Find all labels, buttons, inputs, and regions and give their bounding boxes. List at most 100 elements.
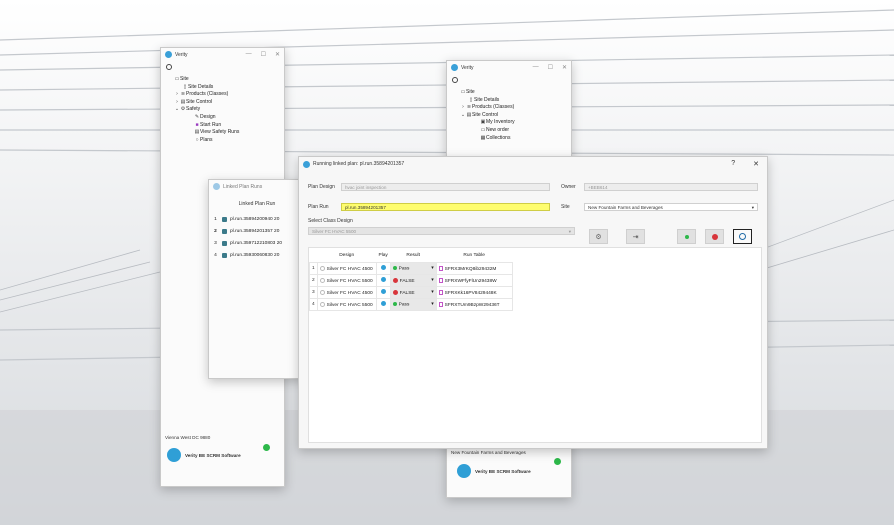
table-row[interactable]: 1 Silver FC HVAC 4500 Pass ▾ SFRX3MrKQ8ib… [309, 262, 513, 275]
site-name: Vienna West DC 9880 [165, 435, 211, 440]
close-icon[interactable]: ✕ [562, 64, 567, 71]
owner-label: Owner [561, 184, 576, 190]
table-row[interactable]: 4 Silver FC HVAC 5500 Pass ▾ SFRXTUm9BzpW… [309, 298, 513, 311]
export-button[interactable]: ⇥ [626, 229, 645, 244]
pass-icon [392, 301, 397, 306]
row-status-icon [319, 289, 325, 295]
stop-icon [711, 233, 718, 240]
close-button[interactable]: ✕ [753, 160, 759, 168]
list-item[interactable]: 1 pl.run.35894200940 20 [212, 213, 282, 225]
minimize-icon[interactable]: — [246, 51, 252, 58]
tree-item-view-safety-runs[interactable]: ▤View Safety Runs [174, 129, 240, 137]
col-design[interactable]: Design [317, 249, 376, 263]
settings-button[interactable]: ⚙ [589, 229, 608, 244]
status-indicator [554, 458, 561, 465]
chevron-down-icon: ▾ [751, 205, 754, 210]
select-class-design-label: Select Class Design [308, 218, 353, 224]
title-bar[interactable]: Verity — ☐ ✕ [161, 48, 284, 61]
tree-item-site-control[interactable]: › ▤Site Control [174, 99, 239, 107]
tree-item-new-order[interactable]: ▭New order [460, 127, 515, 135]
plan-run-icon [222, 216, 227, 222]
site-name: New Fountain Farms and Beverages [451, 450, 526, 455]
row-status-icon [319, 265, 325, 271]
plan-run-icon [222, 228, 227, 234]
tree-item-products[interactable]: › ≋Products (Classes) [174, 91, 239, 99]
table-row[interactable]: 3 Silver FC HVAC 4500 FALSE ▾ SFRXKk16PV8… [309, 286, 513, 299]
help-button[interactable]: ? [731, 160, 735, 168]
run-table-icon [438, 265, 443, 271]
verity-logo-icon [303, 160, 310, 168]
close-icon[interactable]: ✕ [275, 51, 280, 58]
export-icon: ⇥ [632, 233, 639, 241]
row-status-icon [319, 277, 325, 283]
plan-run-label: Plan Run [308, 204, 329, 210]
class-design-select[interactable]: Silver FC HVAC 5500 ▾ [308, 227, 575, 235]
gear-icon[interactable] [166, 64, 172, 70]
chevron-down-icon: ▾ [431, 289, 434, 295]
plan-run-icon [222, 252, 227, 258]
results-table: Design Play Result Run Table 1 Silver FC… [309, 249, 513, 311]
list-item[interactable]: 3 pl.run.359712210803 20 [212, 237, 282, 249]
tree-item-collections[interactable]: ▦Collections [460, 135, 515, 143]
green-dot-icon [684, 234, 689, 239]
result-select[interactable]: Pass ▾ [389, 262, 437, 275]
gear-icon[interactable] [452, 77, 458, 83]
list-item[interactable]: 2 pl.run.35894201357 20 [212, 225, 282, 237]
play-icon[interactable] [380, 265, 386, 270]
stop-button[interactable] [705, 229, 724, 244]
chevron-down-icon: ▾ [431, 265, 434, 271]
verity-brand-icon [457, 464, 471, 478]
list-item[interactable]: 4 pl.run.35930060830 20 [212, 249, 282, 261]
fail-icon [392, 289, 398, 295]
run-button[interactable] [677, 229, 696, 244]
window-title: Verity [175, 51, 188, 58]
fail-icon [392, 277, 398, 283]
tree-item-start-run[interactable]: ■Start Run [174, 122, 239, 130]
result-select[interactable]: FALSE ▾ [389, 286, 437, 299]
minimize-icon[interactable]: — [533, 64, 539, 71]
chevron-down-icon: ▾ [568, 229, 571, 234]
col-run-table[interactable]: Run Table [436, 249, 512, 263]
tree-item-my-inventory[interactable]: ▣My Inventory [460, 119, 515, 127]
window-title: Verity [461, 64, 474, 71]
linked-plan-runs-window[interactable]: Linked Plan Runs Linked Plan Run 1 pl.run… [208, 179, 306, 379]
plan-design-field: hvac joint inspection [341, 183, 550, 191]
title-bar[interactable]: Running linked plan: pl.run.35894201357 … [299, 157, 767, 171]
brand-logo: Verity BE SCRM Software [167, 448, 241, 462]
maximize-icon[interactable]: ☐ [261, 51, 266, 58]
maximize-icon[interactable]: ☐ [548, 64, 553, 71]
result-select[interactable]: Pass ▾ [389, 298, 437, 311]
gear-icon: ⚙ [595, 233, 602, 241]
record-icon [739, 233, 746, 240]
site-select[interactable]: New Fountain Farms and Beverages ▾ [584, 203, 758, 211]
tree-item-site[interactable]: ▭Site [174, 76, 239, 84]
site-label: Site [561, 204, 570, 210]
tree-item-products[interactable]: › ≋Products (Classes) [460, 104, 515, 112]
title-bar[interactable]: Verity — ☐ ✕ [447, 61, 571, 74]
verity-logo-icon [451, 64, 458, 71]
row-status-icon [319, 301, 325, 307]
nav-tree: ▭Site ▯ Site Details › ≋Products (Classes)… [460, 89, 515, 142]
tree-item-site[interactable]: ▭Site [460, 89, 515, 97]
tree-item-site-details[interactable]: ▯ Site Details [460, 97, 515, 105]
result-select[interactable]: FALSE ▾ [389, 274, 437, 287]
run-table-icon [438, 277, 443, 283]
title-bar[interactable]: Linked Plan Runs [209, 180, 305, 193]
pass-icon [392, 265, 397, 270]
run-table-icon [438, 301, 443, 307]
run-table-icon [438, 289, 443, 295]
play-icon[interactable] [380, 301, 386, 306]
tree-item-safety[interactable]: ⌄ ⚙Safety [174, 106, 239, 114]
play-icon[interactable] [380, 277, 386, 282]
tree-item-design[interactable]: ✎Design [174, 114, 239, 122]
verity-brand-icon [167, 448, 181, 462]
play-icon[interactable] [380, 289, 386, 294]
col-result[interactable]: Result [390, 249, 436, 263]
record-button[interactable] [733, 229, 752, 244]
tree-item-plans[interactable]: ○Plans [174, 137, 239, 145]
tree-item-site-control[interactable]: ⌄ ▤Site Control [460, 112, 515, 120]
tree-item-site-details[interactable]: ▯ Site Details [174, 84, 239, 92]
col-play[interactable]: Play [376, 249, 390, 263]
plan-run-field[interactable]: pl.run.35894201357 [341, 203, 550, 211]
table-row[interactable]: 2 Silver FC HVAC 5500 FALSE ▾ SFRXWFfyFlU… [309, 274, 513, 287]
